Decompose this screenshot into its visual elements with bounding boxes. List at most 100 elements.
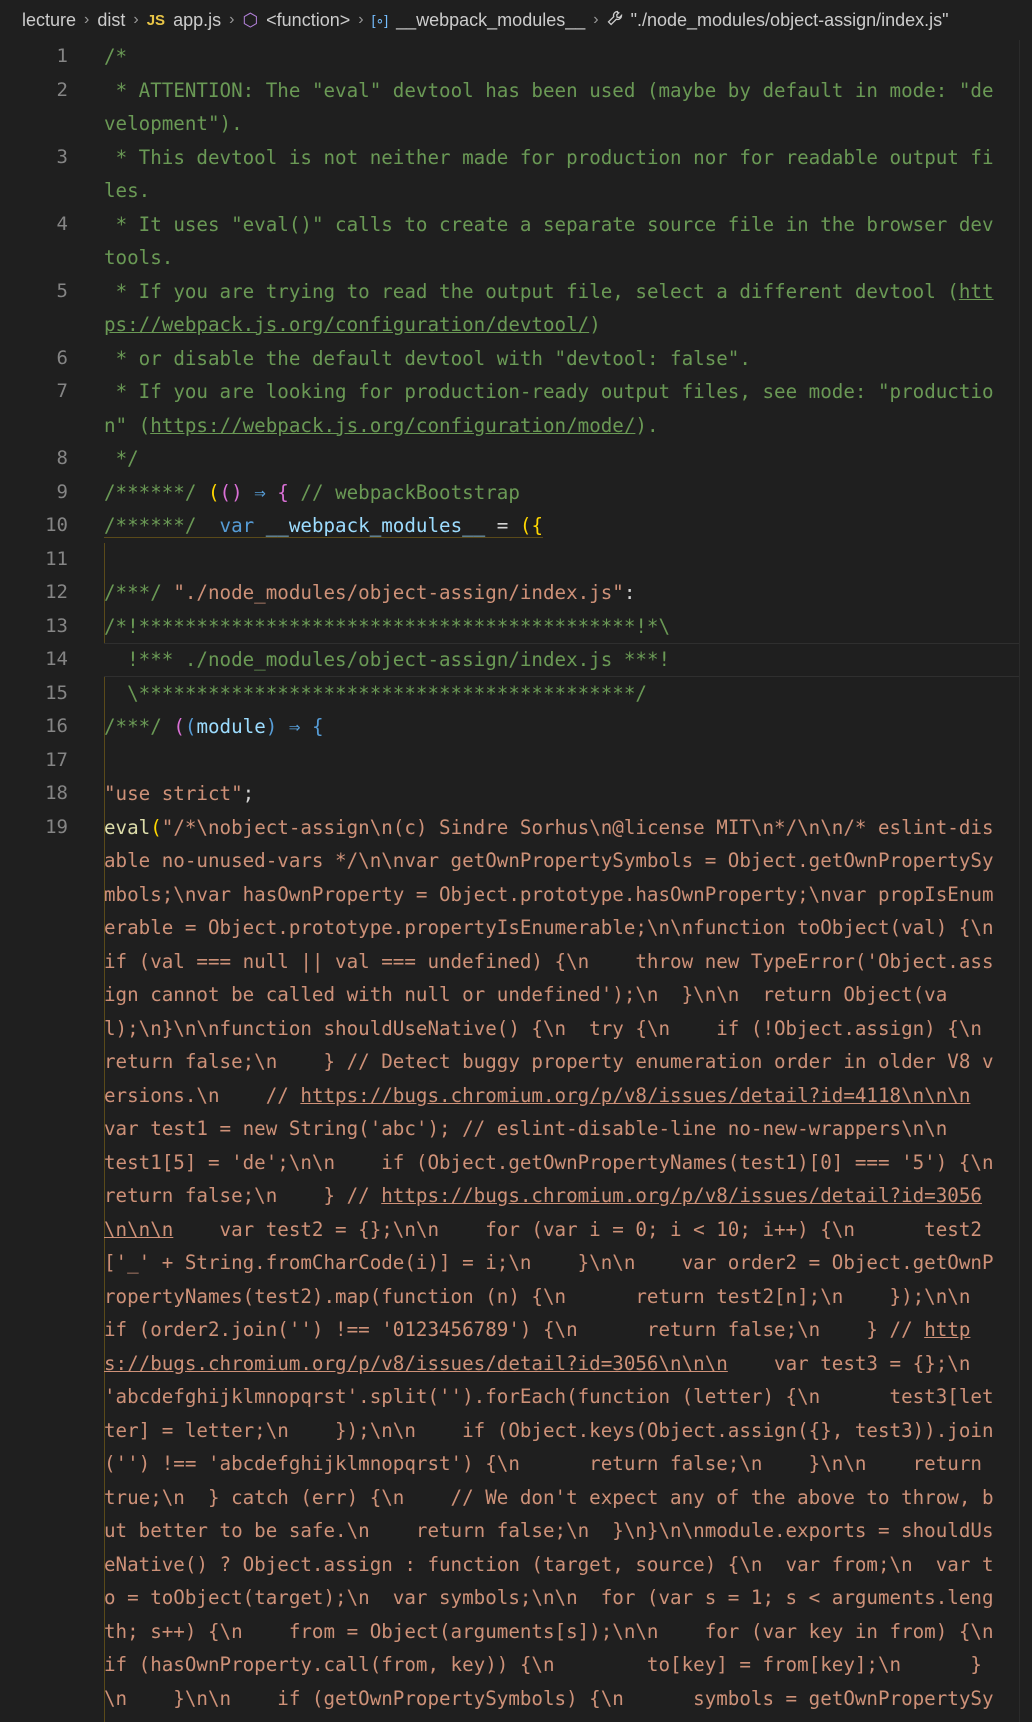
comment: /*: [104, 45, 128, 68]
code-line: 12 /***/ "./node_modules/object-assign/i…: [0, 576, 1032, 610]
bracket: (: [150, 815, 162, 839]
breadcrumb: lecture › dist › JS app.js › ⬡ <function> …: [0, 0, 1032, 40]
bracket: ): [265, 715, 278, 738]
comment: * If you are trying to read the output f…: [104, 279, 959, 303]
breadcrumb-item-variable[interactable]: [∘] __webpack_modules__: [372, 10, 586, 31]
bracket: (): [219, 480, 243, 504]
code-line: 6 * or disable the default devtool with …: [0, 342, 1032, 376]
comment: /******/: [104, 514, 220, 537]
code-line: 2 * ATTENTION: The "eval" devtool has be…: [0, 74, 1032, 141]
operator: ;: [242, 782, 255, 805]
line-number: 18: [45, 782, 68, 804]
keyword: var: [219, 514, 255, 537]
comment: /***/: [104, 715, 174, 738]
code-line: 7 * If you are looking for production-re…: [0, 375, 1032, 442]
bracket: (: [207, 480, 220, 504]
arrow-operator: ⇒: [242, 480, 278, 504]
code-line: 1 /*: [0, 40, 1032, 74]
line-content: [104, 543, 1004, 577]
line-content: * If you are trying to read the output f…: [104, 275, 1004, 342]
operator: :: [623, 581, 636, 604]
line-content: */: [104, 442, 1004, 476]
line-content: * or disable the default devtool with "d…: [104, 342, 1004, 376]
line-number: 9: [56, 480, 68, 503]
bracket: ({: [519, 514, 543, 537]
line-number: 12: [45, 581, 68, 603]
code-line-current: 14 !*** ./node_modules/object-assign/ind…: [0, 643, 1032, 677]
code-line: 17: [0, 744, 1032, 778]
comment: * This devtool is not neither made for p…: [104, 145, 994, 203]
line-number: 3: [56, 145, 68, 168]
string-link[interactable]: https://bugs.chromium.org/p/v8/issues/de…: [300, 1084, 970, 1107]
line-content: eval("/*\nobject-assign\n(c) Sindre Sorh…: [104, 811, 1004, 1722]
line-number: 16: [45, 715, 68, 737]
line-number: 13: [45, 614, 68, 637]
line-content: /***/ ((module) ⇒ {: [104, 710, 1004, 744]
line-number: 10: [45, 514, 68, 536]
comment: \***************************************…: [104, 681, 647, 705]
line-content: /******/ var __webpack_modules__ = ({: [104, 509, 1004, 543]
line-number: 19: [45, 815, 68, 838]
cube-icon: ⬡: [242, 9, 259, 30]
code-editor[interactable]: 1 /* 2 * ATTENTION: The "eval" devtool h…: [0, 40, 1032, 1722]
breadcrumb-item-dist[interactable]: dist: [97, 10, 125, 31]
line-number: 17: [45, 748, 68, 771]
breadcrumb-item-file[interactable]: JS app.js: [147, 10, 221, 31]
breadcrumb-label: lecture: [22, 9, 77, 30]
breadcrumb-label: __webpack_modules__: [396, 9, 586, 30]
breadcrumb-item-lecture[interactable]: lecture: [22, 10, 76, 31]
line-number: 15: [45, 681, 68, 704]
code-line: 9 /******/ (() ⇒ { // webpackBootstrap: [0, 476, 1032, 510]
code-line: 15 \************************************…: [0, 677, 1032, 711]
chevron-right-icon: ›: [133, 11, 139, 28]
string: "/*\nobject-assign\n(c) Sindre Sorhus\n@…: [104, 815, 994, 1107]
comment: */: [104, 447, 139, 470]
javascript-file-icon: JS: [146, 11, 166, 29]
bracket: {: [311, 715, 324, 738]
bracket: (: [173, 715, 185, 738]
chevron-right-icon: ›: [593, 11, 599, 28]
parameter: module: [196, 715, 266, 738]
operator: =: [485, 514, 520, 537]
line-content: /******/ (() ⇒ { // webpackBootstrap: [104, 476, 1004, 510]
variable-icon: [∘]: [371, 11, 389, 28]
line-number: 1: [56, 45, 68, 67]
code-line: 13 /*!**********************************…: [0, 610, 1032, 644]
line-content: * If you are looking for production-read…: [104, 375, 1004, 442]
breadcrumb-label: "./node_modules/object-assign/index.js": [630, 9, 949, 30]
line-content: * This devtool is not neither made for p…: [104, 141, 1004, 208]
comment: /******/: [104, 480, 208, 504]
string: var test2 = {};\n\n for (var i = 0; i < …: [104, 1217, 1017, 1342]
code-line: 18 "use strict";: [0, 777, 1032, 811]
chevron-right-icon: ›: [229, 11, 235, 28]
comment: !*** ./node_modules/object-assign/index.…: [104, 648, 671, 671]
breadcrumb-item-property[interactable]: "./node_modules/object-assign/index.js": [607, 10, 949, 31]
code-line: 11: [0, 543, 1032, 577]
breadcrumb-label: <function>: [266, 9, 351, 30]
breadcrumb-item-function[interactable]: ⬡ <function>: [242, 10, 350, 31]
code-line: 16 /***/ ((module) ⇒ {: [0, 710, 1032, 744]
line-number: 11: [45, 547, 68, 570]
comment: * or disable the default devtool with "d…: [104, 346, 751, 370]
breadcrumb-label: app.js: [173, 9, 222, 30]
comment: * ATTENTION: The "eval" devtool has been…: [104, 78, 994, 136]
line-number: 2: [56, 78, 68, 101]
line-number: 4: [56, 212, 68, 235]
string: "./node_modules/object-assign/index.js": [173, 581, 624, 604]
line-content: * It uses "eval()" calls to create a sep…: [104, 208, 1004, 275]
chevron-right-icon: ›: [84, 11, 90, 28]
arrow-operator: ⇒: [277, 715, 312, 738]
line-content: /*!*************************************…: [104, 610, 1004, 644]
line-number: 14: [45, 648, 68, 670]
comment-link[interactable]: https://webpack.js.org/configuration/mod…: [150, 414, 635, 437]
code-line: 3 * This devtool is not neither made for…: [0, 141, 1032, 208]
bracket: (: [184, 715, 197, 738]
wrench-icon: [607, 10, 623, 31]
line-content: !*** ./node_modules/object-assign/index.…: [104, 643, 1004, 677]
line-content: * ATTENTION: The "eval" devtool has been…: [104, 74, 1004, 141]
line-content: \***************************************…: [104, 677, 1004, 711]
line-number: 8: [56, 447, 68, 469]
sticky-scroll-line[interactable]: /******/ var __webpack_modules__ = ({: [104, 514, 543, 538]
line-content: [104, 744, 1004, 778]
comment: /***/: [104, 581, 174, 604]
